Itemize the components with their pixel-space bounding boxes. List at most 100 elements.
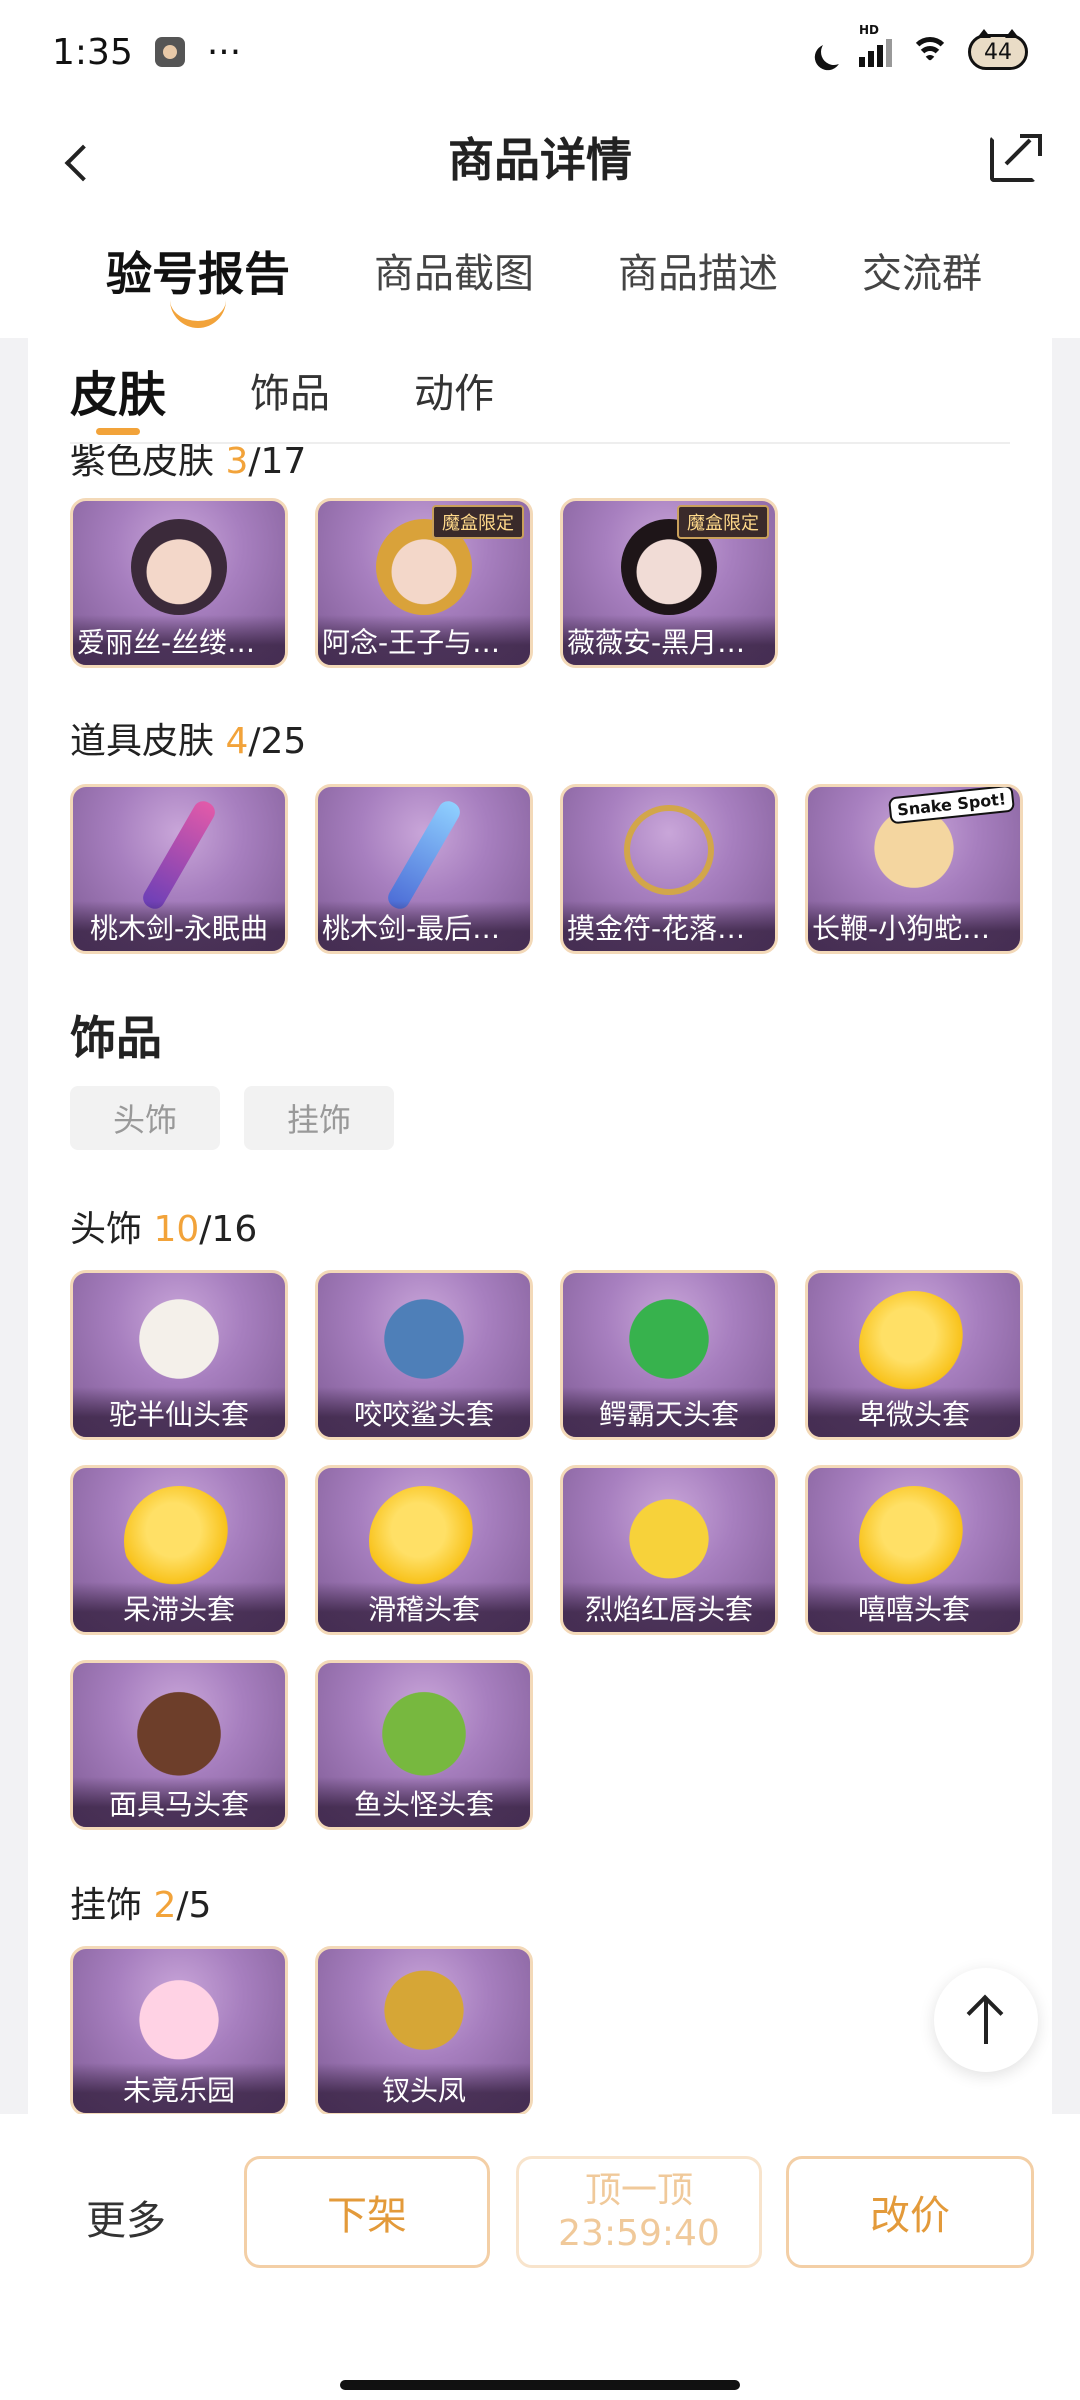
bottom-action-bar: 更多 下架 顶一顶 23:59:40 改价: [0, 2114, 1080, 2400]
headwear-name: 面具马头套: [73, 1777, 285, 1827]
subtab-skins[interactable]: 皮肤: [70, 355, 166, 425]
headwear-card[interactable]: 烈焰红唇头套: [560, 1465, 778, 1635]
skin-name: 桃木剑-永眠曲: [73, 901, 285, 951]
headwear-name: 鱼头怪头套: [318, 1777, 530, 1827]
delist-button[interactable]: 下架: [244, 2156, 490, 2268]
headwear-thumbnail: [859, 1291, 969, 1401]
skin-thumbnail: [139, 797, 219, 913]
total-count: /25: [248, 721, 307, 762]
status-more-icon: ···: [206, 31, 242, 73]
skin-name: 长鞭-小狗蛇点...: [808, 901, 1020, 951]
total-count: /17: [248, 441, 307, 482]
pendant-name: 未竟乐园: [73, 2063, 285, 2113]
headwear-card[interactable]: 驼半仙头套: [70, 1270, 288, 1440]
headwear-thumbnail: [369, 1486, 479, 1596]
skin-card[interactable]: 魔盒限定 薇薇安-黑月挽歌: [560, 498, 778, 668]
headwear-card[interactable]: 呆滞头套: [70, 1465, 288, 1635]
app-notification-icon: [154, 37, 185, 67]
skin-thumbnail: [131, 519, 227, 615]
pendant-card[interactable]: 钗头凤: [315, 1946, 533, 2114]
pendant-thumbnail: [376, 1967, 472, 2063]
total-count: /5: [176, 1885, 212, 1926]
tab-description[interactable]: 商品描述: [618, 234, 778, 314]
share-button[interactable]: [984, 126, 1044, 186]
section-title: 头饰: [70, 1209, 143, 1250]
headwear-thumbnail: [621, 1486, 717, 1582]
reprice-button[interactable]: 改价: [786, 2156, 1034, 2268]
headwear-card[interactable]: 鱼头怪头套: [315, 1660, 533, 1830]
subtab-accessories[interactable]: 饰品: [250, 361, 330, 419]
skin-card[interactable]: 魔盒限定 阿念-王子与骑士: [315, 498, 533, 668]
skin-card[interactable]: 摸金符-花落精绝: [560, 784, 778, 954]
scroll-to-top-button[interactable]: [934, 1968, 1038, 2072]
skin-card[interactable]: 桃木剑-永眠曲: [70, 784, 288, 954]
pendant-name: 钗头凤: [318, 2063, 530, 2113]
accessories-title: 饰品: [70, 1011, 162, 1065]
headwear-name: 咬咬鲨头套: [318, 1387, 530, 1437]
skin-thumbnail: [384, 797, 464, 913]
prop-skin-grid: 桃木剑-永眠曲 桃木剑-最后的... 摸金符-花落精绝 Snake Spot! …: [70, 784, 1023, 954]
filter-chip-headwear[interactable]: 头饰: [70, 1086, 220, 1150]
headwear-name: 烈焰红唇头套: [563, 1582, 775, 1632]
accessory-filter: 头饰 挂饰: [70, 1086, 394, 1150]
pendant-thumbnail: [131, 1967, 227, 2063]
tab-inspection-report[interactable]: 验号报告: [106, 234, 290, 314]
filter-chip-pendant[interactable]: 挂饰: [244, 1086, 394, 1150]
headwear-name: 滑稽头套: [318, 1582, 530, 1632]
more-button[interactable]: 更多: [86, 2188, 166, 2246]
skin-name: 薇薇安-黑月挽歌: [563, 615, 775, 665]
headwear-name: 驼半仙头套: [73, 1387, 285, 1437]
headwear-grid: 驼半仙头套 咬咬鲨头套 鳄霸天头套 卑微头套 呆滞头套 滑稽头套 烈焰红唇头套 …: [70, 1270, 1023, 1830]
skin-name: 阿念-王子与骑士: [318, 615, 530, 665]
headwear-name: 卑微头套: [808, 1387, 1020, 1437]
page-title: 商品详情: [448, 133, 632, 187]
skin-card[interactable]: Snake Spot! 长鞭-小狗蛇点...: [805, 784, 1023, 954]
skin-name: 摸金符-花落精绝: [563, 901, 775, 951]
home-indicator[interactable]: [340, 2380, 740, 2390]
section-title: 道具皮肤: [70, 721, 215, 762]
section-title: 挂饰: [70, 1885, 143, 1926]
hd-label: HD: [859, 23, 880, 37]
tab-screenshots[interactable]: 商品截图: [374, 234, 534, 314]
skin-name: 桃木剑-最后的...: [318, 901, 530, 951]
boost-button[interactable]: 顶一顶 23:59:40: [516, 2156, 762, 2268]
skin-card[interactable]: 桃木剑-最后的...: [315, 784, 533, 954]
header: 商品详情: [0, 104, 1080, 234]
purple-skin-grid: 爱丽丝-丝缕哀歌 魔盒限定 阿念-王子与骑士 魔盒限定 薇薇安-黑月挽歌: [70, 498, 1023, 668]
limited-badge: 魔盒限定: [432, 505, 524, 539]
owned-count: 2: [153, 1885, 177, 1926]
headwear-thumbnail: [859, 1486, 969, 1596]
status-time: 1:35: [52, 31, 133, 73]
tab-chat-group[interactable]: 交流群: [862, 234, 982, 314]
content-area[interactable]: 皮肤 饰品 动作 紫色皮肤 3/17 爱丽丝-丝缕哀歌 魔盒限定 阿念-王子与骑…: [28, 338, 1052, 2114]
limited-badge: 魔盒限定: [677, 505, 769, 539]
pendant-grid: 未竟乐园 钗头凤: [70, 1946, 1023, 2114]
headwear-name: 呆滞头套: [73, 1582, 285, 1632]
headwear-card[interactable]: 鳄霸天头套: [560, 1270, 778, 1440]
headwear-card[interactable]: 嘻嘻头套: [805, 1465, 1023, 1635]
headwear-name: 鳄霸天头套: [563, 1387, 775, 1437]
headwear-thumbnail: [131, 1291, 227, 1387]
headwear-thumbnail: [376, 1291, 472, 1387]
skin-card[interactable]: 爱丽丝-丝缕哀歌: [70, 498, 288, 668]
headwear-card[interactable]: 卑微头套: [805, 1270, 1023, 1440]
pendant-card[interactable]: 未竟乐园: [70, 1946, 288, 2114]
section-title: 紫色皮肤: [70, 441, 215, 482]
signal-icon: HD: [859, 23, 892, 67]
owned-count: 3: [225, 441, 249, 482]
headwear-card[interactable]: 咬咬鲨头套: [315, 1270, 533, 1440]
skin-thumbnail: [624, 805, 714, 895]
pendant-heading: 挂饰 2/5: [70, 1876, 211, 1928]
skin-name: 爱丽丝-丝缕哀歌: [73, 615, 285, 665]
boost-label: 顶一顶: [584, 2169, 693, 2211]
headwear-card[interactable]: 滑稽头套: [315, 1465, 533, 1635]
wifi-icon: [910, 37, 950, 67]
battery-indicator: 44: [968, 29, 1028, 70]
headwear-card[interactable]: 面具马头套: [70, 1660, 288, 1830]
status-bar: 1:35 ··· HD 44: [0, 0, 1080, 104]
snake-spot-sticker: Snake Spot!: [887, 787, 1016, 825]
headwear-thumbnail: [621, 1291, 717, 1387]
boost-countdown: 23:59:40: [558, 2213, 720, 2254]
sub-tabs: 皮肤 饰品 动作: [70, 338, 1010, 444]
subtab-emotes[interactable]: 动作: [414, 361, 494, 419]
